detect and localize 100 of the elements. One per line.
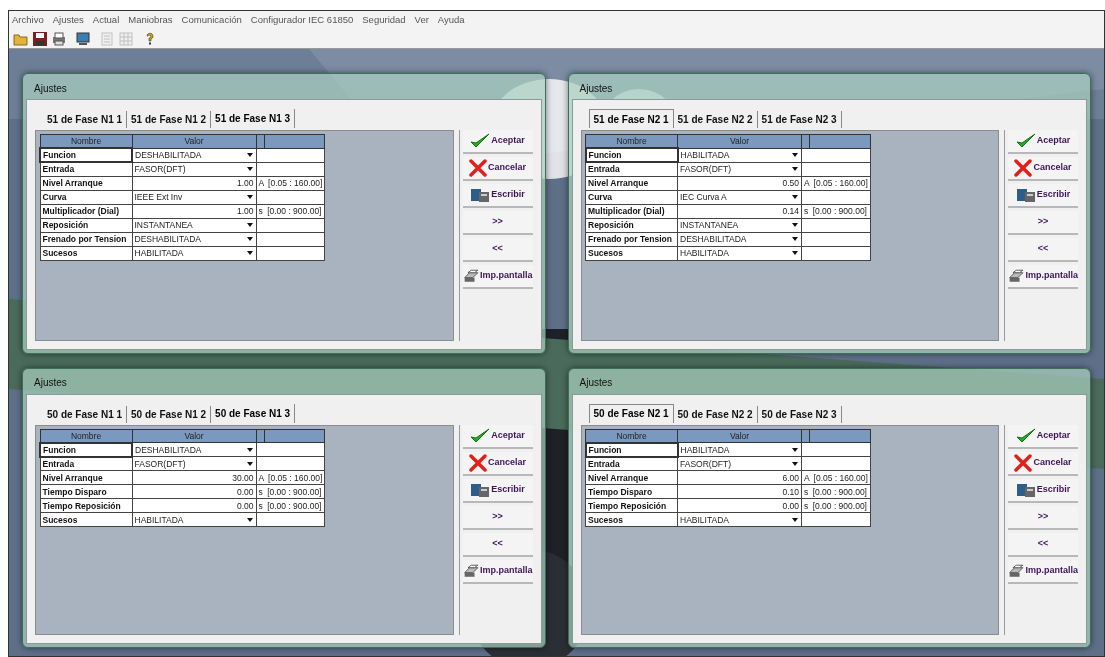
dialog-button[interactable]: << — [462, 532, 533, 557]
dropdown-arrow-icon — [792, 447, 798, 452]
name-cell: Funcion — [40, 148, 132, 162]
range-label: [0.00 : 900.00] — [267, 486, 322, 497]
dropdown-arrow-icon — [792, 251, 798, 255]
tab[interactable]: 51 de Fase N1 1 — [43, 111, 128, 128]
column-header: Valor — [677, 134, 802, 148]
dropdown-value: FASOR(DFT) — [680, 163, 731, 175]
dropdown-arrow-icon — [246, 447, 253, 452]
dialog-button[interactable]: Aceptar — [1008, 130, 1078, 154]
menu-item[interactable]: Maniobras — [128, 12, 173, 28]
range-label: [0.00 : 900.00] — [812, 486, 867, 497]
dialog-title: Ajustes — [34, 81, 67, 96]
dialog-button[interactable]: >> — [462, 505, 533, 530]
range-label: [0.05 : 160.00] — [268, 472, 323, 483]
unit-label: s — [258, 500, 263, 511]
menu-item[interactable]: Ajustes — [52, 12, 84, 28]
range-label: [0.05 : 160.00] — [813, 472, 868, 483]
dialog-button[interactable]: Escribir — [1008, 184, 1078, 208]
dialog-button[interactable]: Imp.pantalla — [462, 265, 533, 289]
dialog-button[interactable]: Imp.pantalla — [1008, 559, 1078, 584]
tab[interactable]: 50 de Fase N2 3 — [757, 405, 842, 423]
dropdown-value: DESHABILITADA — [135, 443, 202, 456]
dropdown-value: DESHABILITADA — [134, 233, 201, 245]
printer-icon — [462, 562, 479, 579]
dialog-button[interactable]: >> — [1008, 505, 1078, 530]
dialog-button[interactable]: >> — [1008, 211, 1078, 235]
dropdown-arrow-icon — [792, 223, 798, 227]
dialog-title: Ajustes — [579, 81, 613, 96]
dialog-button[interactable]: Aceptar — [462, 130, 533, 154]
dialog-button[interactable]: Cancelar — [462, 451, 533, 476]
dropdown-arrow-icon — [792, 167, 798, 171]
computer-icon — [470, 481, 491, 498]
dialog-button[interactable]: << — [462, 238, 533, 262]
close-icon — [1014, 453, 1033, 472]
tab[interactable]: 50 de Fase N1 1 — [43, 405, 128, 423]
dropdown-arrow-icon — [246, 195, 253, 199]
tab[interactable]: 50 de Fase N2 1 — [588, 403, 674, 423]
monitor-icon[interactable] — [75, 30, 91, 47]
dialog-button[interactable]: Aceptar — [1008, 424, 1078, 449]
tab[interactable]: 51 de Fase N2 2 — [673, 111, 758, 128]
range-label: [0.05 : 160.00] — [813, 178, 868, 188]
unit-label: s — [258, 486, 263, 497]
menu-item[interactable]: Actual — [92, 12, 120, 28]
checkmark-icon — [470, 133, 491, 149]
checkmark-icon — [1015, 133, 1036, 149]
dropdown-value: IEEE Ext Inv — [134, 191, 183, 203]
dialog-button[interactable]: Aceptar — [462, 424, 533, 449]
dialog-button[interactable]: >> — [462, 211, 533, 235]
dropdown-arrow-icon — [792, 237, 798, 241]
dialog-button[interactable]: Imp.pantalla — [462, 559, 533, 584]
dropdown-arrow-icon — [246, 237, 253, 241]
menu-item[interactable]: Archivo — [12, 12, 44, 28]
column-header: Valor — [132, 429, 256, 443]
dropdown-value: FASOR(DFT) — [134, 163, 186, 175]
dialog-button[interactable]: Cancelar — [1008, 451, 1078, 476]
dropdown-arrow-icon — [246, 167, 253, 171]
column-header: Nombre — [40, 134, 132, 148]
tab[interactable]: 51 de Fase N2 1 — [588, 109, 674, 128]
tab[interactable]: 50 de Fase N2 2 — [673, 405, 758, 423]
tab[interactable]: 51 de Fase N2 3 — [757, 111, 842, 128]
dialog-button[interactable]: << — [1008, 238, 1078, 262]
dropdown-arrow-icon — [246, 153, 253, 157]
unit-label: A — [804, 472, 810, 483]
printer-icon — [462, 268, 479, 284]
dialog-button[interactable]: Cancelar — [1008, 157, 1078, 181]
dialog-button[interactable]: Escribir — [1008, 478, 1078, 503]
dialog-button[interactable]: Escribir — [462, 184, 533, 208]
dropdown-arrow-icon — [246, 461, 253, 466]
range-label: [0.05 : 160.00] — [268, 178, 323, 188]
unit-label: A — [258, 178, 264, 188]
checkmark-icon — [470, 427, 491, 444]
dialog-title: Ajustes — [579, 376, 613, 390]
unit-label: s — [258, 206, 263, 216]
printer-icon[interactable] — [51, 30, 67, 47]
menu-item[interactable]: Configurador IEC 61850 — [250, 12, 354, 28]
dropdown-value: INSTANTANEA — [134, 219, 193, 231]
dropdown-value: HABILITADA — [680, 149, 730, 161]
close-icon — [1014, 159, 1033, 177]
range-label: [0.00 : 900.00] — [267, 500, 322, 511]
dialog-button[interactable]: Cancelar — [462, 157, 533, 181]
dropdown-arrow-icon — [792, 195, 798, 199]
dialog-button[interactable]: Imp.pantalla — [1008, 265, 1078, 289]
dialog-button[interactable]: << — [1008, 532, 1078, 557]
dropdown-value: HABILITADA — [680, 513, 729, 526]
menu-item[interactable]: Ver — [414, 12, 429, 28]
dropdown-value: HABILITADA — [680, 443, 730, 456]
unit-label: A — [804, 178, 810, 188]
menu-item[interactable]: Comunicación — [181, 12, 242, 28]
dropdown-value: DESHABILITADA — [680, 233, 747, 245]
menu-item[interactable]: Seguridad — [362, 12, 406, 28]
dropdown-value: FASOR(DFT) — [680, 457, 731, 470]
column-header: Valor — [677, 429, 802, 443]
dropdown-arrow-icon — [246, 223, 253, 227]
printer-icon — [1008, 268, 1025, 284]
dropdown-value: INSTANTANEA — [680, 219, 739, 231]
range-label: [0.00 : 900.00] — [812, 500, 867, 511]
dialog-button[interactable]: Escribir — [462, 478, 533, 503]
menu-item[interactable]: Ayuda — [437, 12, 465, 28]
computer-icon — [470, 187, 491, 203]
